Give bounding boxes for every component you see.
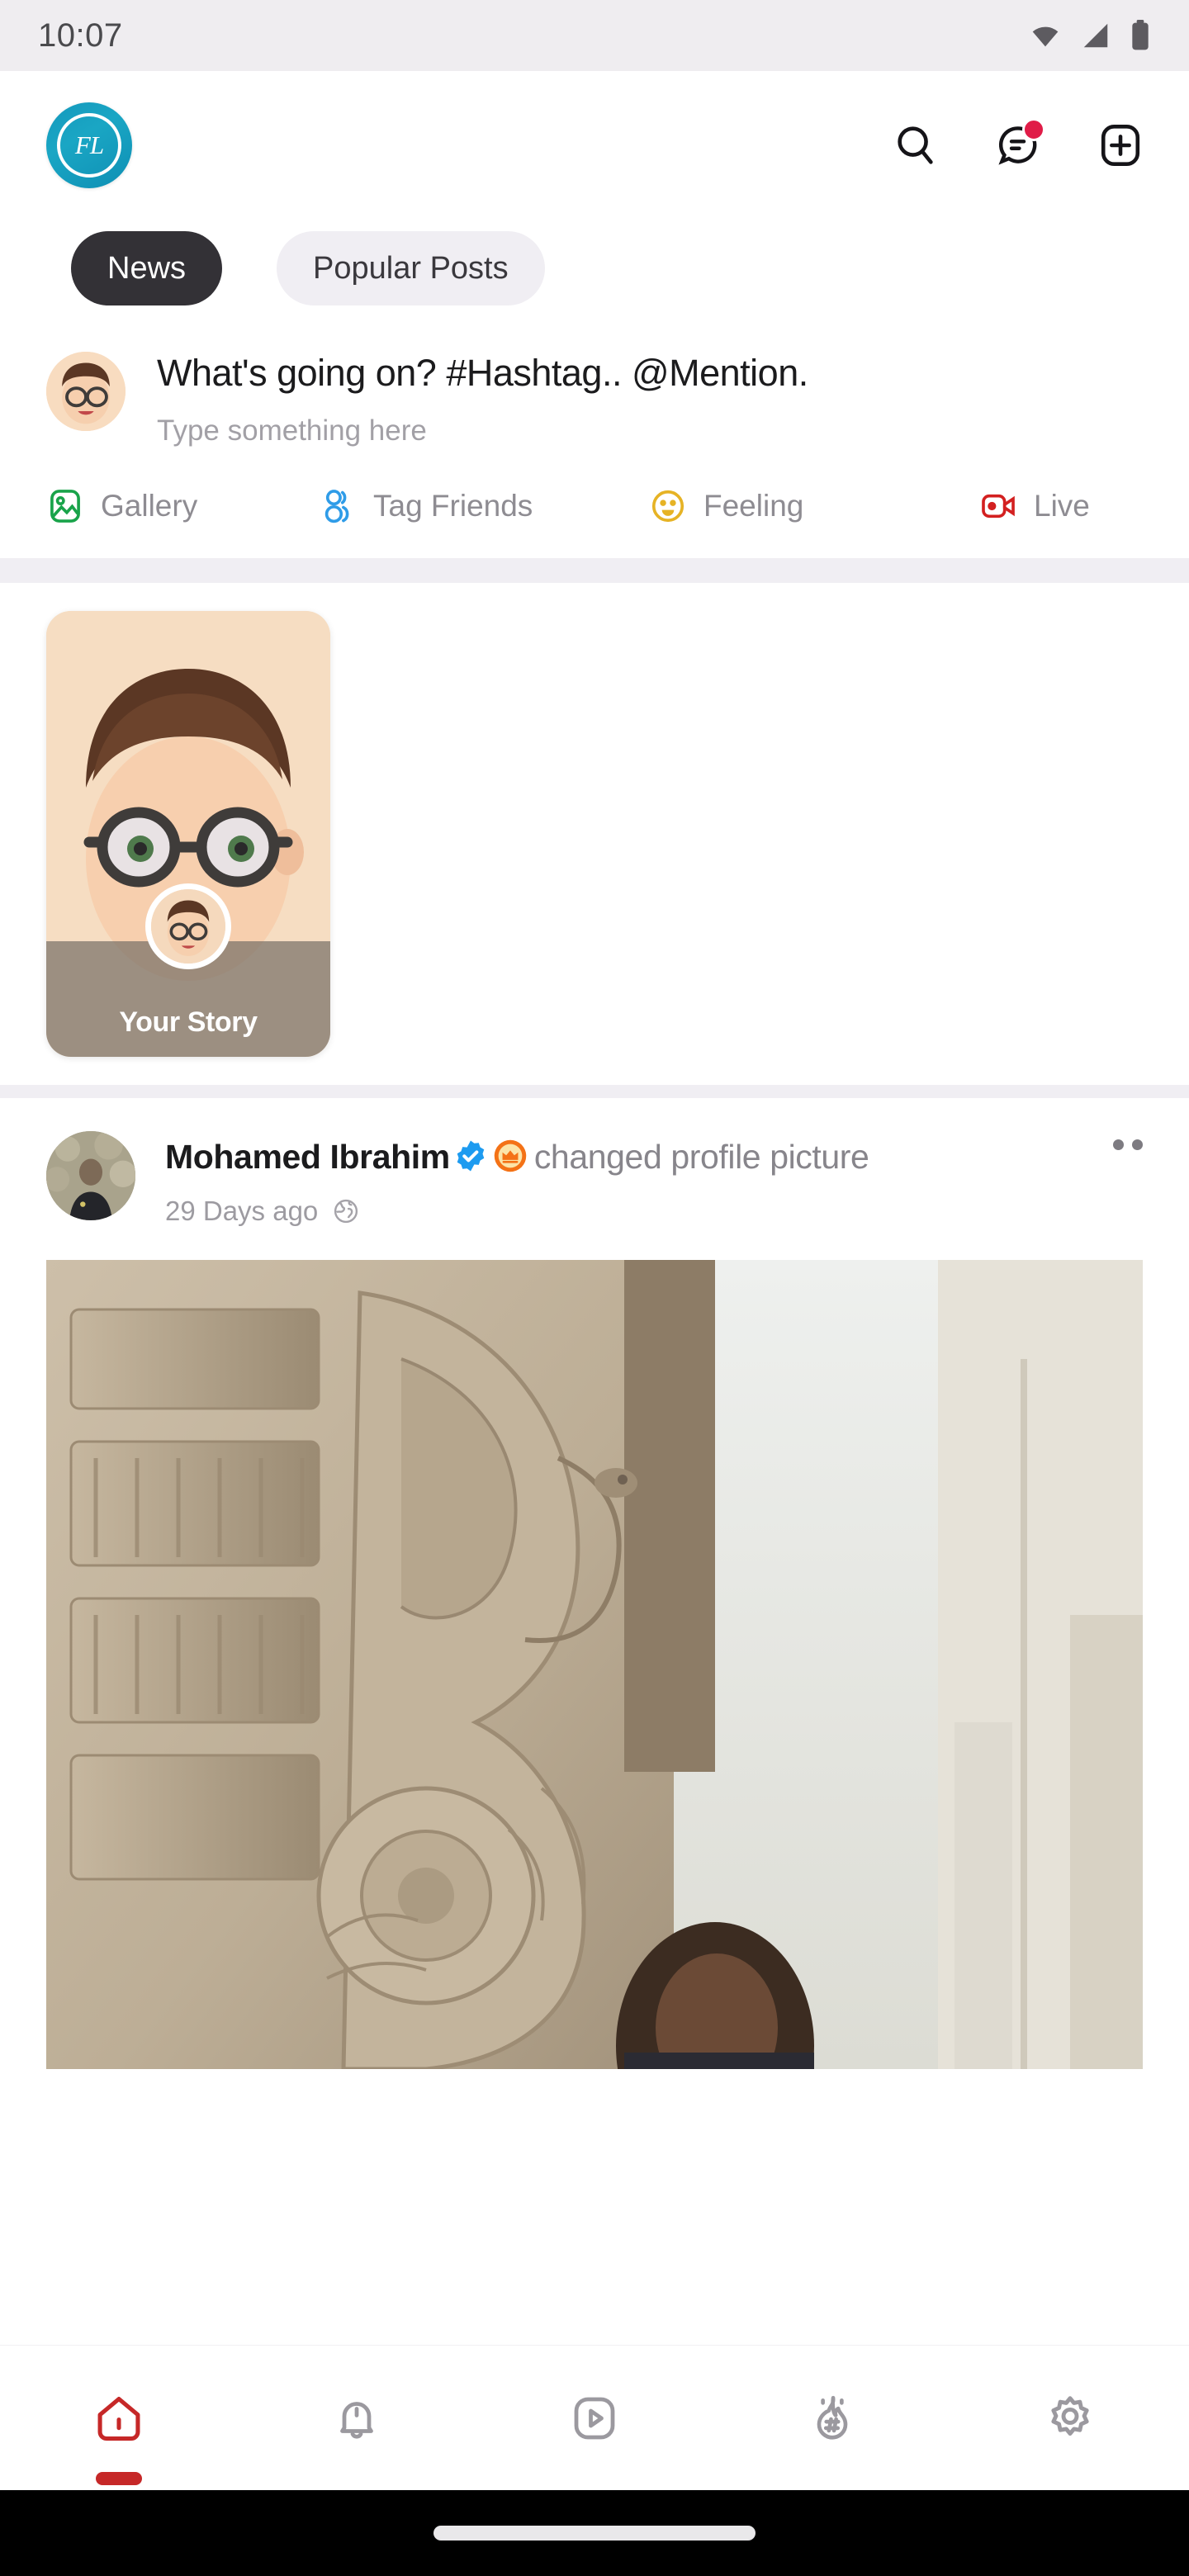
nav-item-settings[interactable]	[951, 2346, 1189, 2490]
composer-action-live[interactable]: Live	[979, 487, 1090, 525]
cellular-signal-icon	[1083, 23, 1108, 48]
feeling-icon	[651, 490, 685, 523]
post-author-avatar[interactable]	[46, 1131, 135, 1220]
section-divider-stories	[0, 1085, 1189, 1098]
create-post-button[interactable]	[1095, 120, 1146, 171]
post-text-block: Mohamed Ibrahim changed profile picture 2…	[165, 1131, 1083, 1227]
wifi-icon	[1032, 26, 1059, 47]
logo-ring: FL	[57, 113, 121, 178]
tag-friends-icon	[324, 490, 349, 523]
gesture-pill[interactable]	[433, 2526, 756, 2540]
tab-popular-posts[interactable]: Popular Posts	[277, 231, 545, 305]
logo-label: FL	[74, 130, 104, 159]
memoji-avatar-icon	[46, 352, 126, 431]
live-icon	[982, 494, 1015, 519]
section-divider-composer	[0, 558, 1189, 583]
more-options-icon	[1113, 1139, 1124, 1150]
more-options-icon-dot2	[1132, 1139, 1143, 1150]
nav-active-indicator	[96, 2472, 142, 2485]
messages-badge	[1022, 118, 1045, 141]
stories-row: Your Story	[0, 583, 1189, 1085]
post-photo-content	[46, 1260, 1143, 2070]
system-gesture-bar	[0, 2490, 1189, 2576]
post-photo-stone-carving[interactable]	[46, 1260, 1143, 2070]
post-meta: 29 Days ago	[165, 1196, 1083, 1227]
nav-item-home[interactable]	[0, 2346, 238, 2490]
nav-item-videos[interactable]	[476, 2346, 713, 2490]
app-bar: FL	[0, 71, 1189, 220]
post-avatar-photo	[46, 1131, 135, 1220]
messages-button[interactable]	[992, 118, 1045, 171]
gear-icon	[1051, 2395, 1089, 2436]
add-post-icon	[1101, 124, 1140, 167]
gallery-icon	[50, 490, 80, 523]
composer-action-tag-friends[interactable]: Tag Friends	[319, 487, 649, 525]
nav-item-notifications[interactable]	[238, 2346, 476, 2490]
post-composer: What's going on? #Hashtag.. @Mention. Ty…	[0, 329, 1189, 447]
post-action-text: changed profile picture	[533, 1138, 869, 1176]
app-screen: 10:07 FL News Popular Posts What's going…	[0, 0, 1189, 2576]
post-more-options-button[interactable]	[1113, 1131, 1143, 1150]
app-logo[interactable]: FL	[46, 102, 132, 188]
feed-tabs: News Popular Posts	[0, 220, 1189, 329]
globe-icon	[334, 1199, 358, 1224]
post-header: Mohamed Ibrahim changed profile picture 2…	[46, 1131, 1143, 1227]
home-icon	[97, 2396, 140, 2441]
battery-icon	[1132, 20, 1149, 50]
composer-action-gallery-label: Gallery	[101, 489, 198, 523]
composer-user-avatar[interactable]	[46, 352, 126, 431]
search-icon	[898, 126, 933, 164]
story-avatar-memoji-icon	[151, 889, 225, 964]
status-bar: 10:07	[0, 0, 1189, 71]
composer-action-live-label: Live	[1034, 489, 1090, 523]
post-author-name[interactable]: Mohamed Ibrahim	[165, 1138, 450, 1176]
composer-action-feeling-label: Feeling	[703, 489, 804, 523]
composer-action-gallery[interactable]: Gallery	[46, 487, 319, 525]
composer-actions: Gallery Tag Friends Feeling Live	[0, 447, 1189, 558]
bottom-navigation	[0, 2345, 1189, 2490]
search-button[interactable]	[890, 120, 941, 171]
story-label: Your Story	[119, 1006, 258, 1038]
crown-badge-icon	[494, 1139, 527, 1172]
verified-badge-icon	[457, 1140, 485, 1172]
story-card-your-story[interactable]: Your Story	[46, 611, 330, 1057]
composer-input-placeholder[interactable]: Type something here	[157, 414, 1143, 447]
bell-icon	[340, 2401, 373, 2439]
nav-item-trending[interactable]	[713, 2346, 951, 2490]
composer-action-tag-friends-label: Tag Friends	[373, 489, 533, 523]
composer-title[interactable]: What's going on? #Hashtag.. @Mention.	[157, 352, 1143, 395]
tab-news[interactable]: News	[71, 231, 223, 305]
story-user-avatar	[145, 883, 231, 969]
composer-action-feeling[interactable]: Feeling	[649, 487, 979, 525]
app-bar-actions	[890, 118, 1146, 171]
post-headline: Mohamed Ibrahim changed profile picture	[165, 1136, 1083, 1177]
status-icons	[1029, 19, 1151, 52]
composer-fields: What's going on? #Hashtag.. @Mention. Ty…	[157, 347, 1143, 447]
feed-post: Mohamed Ibrahim changed profile picture 2…	[0, 1098, 1189, 2070]
post-timestamp: 29 Days ago	[165, 1196, 319, 1227]
status-time: 10:07	[38, 17, 123, 54]
video-play-icon	[574, 2397, 615, 2439]
flame-hashtag-icon	[817, 2395, 848, 2440]
